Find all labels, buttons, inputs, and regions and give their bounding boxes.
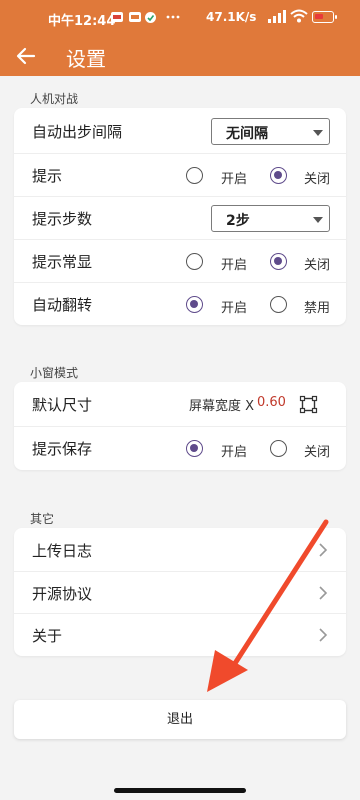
status-bar: 中午12:44 47.1K/s xyxy=(0,0,360,36)
about-item[interactable]: 关于 xyxy=(14,613,346,656)
chevron-right-icon xyxy=(319,586,328,600)
status-time: 中午12:44 xyxy=(48,14,116,29)
auto-flip-label: 自动翻转 xyxy=(32,296,93,314)
hint-always-off-text: 关闭 xyxy=(304,258,331,273)
auto-step-select[interactable]: 无间隔 xyxy=(211,118,330,145)
hint-save-off-text: 关闭 xyxy=(304,445,331,460)
default-size-text: 屏幕宽度 X xyxy=(189,399,255,414)
hint-row: 提示 开启 关闭 xyxy=(14,153,346,196)
dropdown-caret-icon xyxy=(313,217,323,223)
auto-step-row: 自动出步间隔 无间隔 xyxy=(14,110,346,153)
hint-steps-label: 提示步数 xyxy=(32,210,93,228)
open-source-license-item[interactable]: 开源协议 xyxy=(14,571,346,614)
default-size-label: 默认尺寸 xyxy=(32,396,93,414)
wifi-icon xyxy=(290,9,308,23)
battery-icon xyxy=(312,11,337,23)
auto-flip-on-radio[interactable] xyxy=(186,296,203,313)
resize-icon[interactable] xyxy=(299,395,318,414)
hint-save-label: 提示保存 xyxy=(32,440,93,458)
auto-step-value: 无间隔 xyxy=(226,126,268,142)
upload-log-label: 上传日志 xyxy=(32,542,93,560)
hint-steps-row: 提示步数 2步 xyxy=(14,196,346,239)
hint-label: 提示 xyxy=(32,167,63,185)
hint-on-radio[interactable] xyxy=(186,167,203,184)
dropdown-caret-icon xyxy=(313,130,323,136)
hint-save-row: 提示保存 开启 关闭 xyxy=(14,426,346,469)
signal-icon xyxy=(268,10,286,23)
default-size-row: 默认尺寸 屏幕宽度 X 0.60 xyxy=(14,383,346,426)
back-arrow-icon[interactable] xyxy=(14,44,38,68)
auto-flip-off-radio[interactable] xyxy=(270,296,287,313)
message-icon xyxy=(129,12,141,22)
page-title: 设置 xyxy=(66,47,106,71)
hint-off-text: 关闭 xyxy=(304,172,331,187)
open-source-license-label: 开源协议 xyxy=(32,585,93,603)
exit-button[interactable]: 退出 xyxy=(14,700,346,739)
hint-on-text: 开启 xyxy=(221,172,248,187)
chevron-right-icon xyxy=(319,628,328,642)
hint-save-on-radio[interactable] xyxy=(186,440,203,457)
hint-save-off-radio[interactable] xyxy=(270,440,287,457)
hint-always-off-radio[interactable] xyxy=(270,253,287,270)
section-title-pve: 人机对战 xyxy=(30,92,79,106)
pve-settings-card: 自动出步间隔 无间隔 提示 开启 关闭 提示步数 2步 提示常显 开启 关闭 自… xyxy=(14,108,346,325)
hint-always-on-radio[interactable] xyxy=(186,253,203,270)
mini-window-card: 默认尺寸 屏幕宽度 X 0.60 提示保存 开启 关闭 xyxy=(14,382,346,470)
home-indicator xyxy=(114,788,246,793)
upload-log-item[interactable]: 上传日志 xyxy=(14,529,346,572)
app-bar: 设置 xyxy=(0,36,360,76)
more-icon xyxy=(166,15,180,19)
hint-always-label: 提示常显 xyxy=(32,253,93,271)
other-card: 上传日志 开源协议 关于 xyxy=(14,528,346,656)
section-title-other: 其它 xyxy=(30,512,55,526)
hint-steps-value: 2步 xyxy=(226,213,250,229)
hint-off-radio[interactable] xyxy=(270,167,287,184)
hint-always-on-text: 开启 xyxy=(221,258,248,273)
hint-always-row: 提示常显 开启 关闭 xyxy=(14,239,346,282)
auto-flip-off-text: 禁用 xyxy=(304,301,331,316)
about-label: 关于 xyxy=(32,627,63,645)
app-notification-icon xyxy=(145,12,156,23)
auto-flip-row: 自动翻转 开启 禁用 xyxy=(14,282,346,325)
chevron-right-icon xyxy=(319,543,328,557)
auto-flip-on-text: 开启 xyxy=(221,301,248,316)
network-speed: 47.1K/s xyxy=(206,10,257,24)
hint-steps-select[interactable]: 2步 xyxy=(211,205,330,232)
section-title-mini: 小窗模式 xyxy=(30,366,79,380)
auto-step-label: 自动出步间隔 xyxy=(32,123,123,141)
notification-icon xyxy=(111,12,123,22)
hint-save-on-text: 开启 xyxy=(221,445,248,460)
default-size-value[interactable]: 0.60 xyxy=(257,395,286,410)
